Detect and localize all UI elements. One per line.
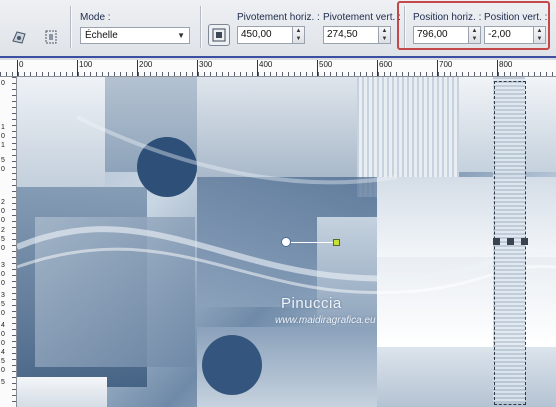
- ruler-label: 0: [1, 367, 5, 374]
- position-vert-input[interactable]: -2,00 ▲ ▼: [484, 26, 546, 44]
- ruler-label: 500: [319, 60, 333, 69]
- ruler-label: 5: [1, 358, 5, 365]
- position-horiz-value[interactable]: 796,00: [413, 26, 469, 44]
- ruler-label: 0: [1, 208, 5, 215]
- ruler-label: 1: [1, 142, 5, 149]
- ruler-major-tick: [317, 60, 318, 76]
- ruler-label: 5: [1, 301, 5, 308]
- position-horiz-label: Position horiz. :: [413, 12, 482, 23]
- ruler-label: 200: [139, 60, 153, 69]
- up-arrow-icon[interactable]: ▲: [379, 27, 390, 35]
- ruler-label: 0: [1, 310, 5, 317]
- pivot-point-handle[interactable]: [333, 239, 340, 246]
- ruler-label: 0: [1, 271, 5, 278]
- up-arrow-icon[interactable]: ▲: [469, 27, 480, 35]
- pivot-horiz-label: Pivotement horiz. :: [237, 12, 320, 23]
- position-vert-label: Position vert. :: [484, 12, 548, 23]
- ruler-major-tick: [197, 60, 198, 76]
- separator: [200, 6, 202, 48]
- tool-options-bar: Mode : Échelle ▼ Pivotement horiz. : 450…: [0, 0, 556, 57]
- ruler-label: 5: [1, 157, 5, 164]
- vertical-ruler[interactable]: 0 1 0 1 5 0 2 0 0 2 5 0 3 0 0 3 5 0 4 0 …: [0, 77, 17, 407]
- ruler-label: 0: [1, 80, 5, 87]
- ruler-label: 600: [379, 60, 393, 69]
- ruler-label: 4: [1, 349, 5, 356]
- ruler-label: 100: [79, 60, 93, 69]
- ruler-label: 0: [1, 245, 5, 252]
- ruler-label: 800: [499, 60, 513, 69]
- ruler-label: 700: [439, 60, 453, 69]
- ruler-major-tick: [137, 60, 138, 76]
- pivot-vert-input[interactable]: 274,50 ▲ ▼: [323, 26, 391, 44]
- watermark-url: www.maidiragrafica.eu: [275, 315, 376, 326]
- down-arrow-icon[interactable]: ▼: [469, 35, 480, 43]
- down-arrow-icon[interactable]: ▼: [379, 35, 390, 43]
- ruler-label: 0: [1, 340, 5, 347]
- chevron-down-icon: ▼: [177, 31, 185, 40]
- resize-handle-right[interactable]: [521, 238, 528, 245]
- up-arrow-icon[interactable]: ▲: [293, 27, 304, 35]
- pivot-vert-value[interactable]: 274,50: [323, 26, 379, 44]
- ruler-major-tick: [17, 60, 18, 76]
- position-horiz-spinner[interactable]: ▲ ▼: [469, 26, 481, 44]
- ruler-label: 5: [1, 379, 5, 386]
- ruler-label: 3: [1, 262, 5, 269]
- ruler-label: 5: [1, 236, 5, 243]
- ruler-label: 2: [1, 227, 5, 234]
- ruler-label: 0: [1, 280, 5, 287]
- deform-tool-icon[interactable]: [8, 26, 30, 48]
- resize-handle-center[interactable]: [507, 238, 514, 245]
- ruler-label: 300: [199, 60, 213, 69]
- mode-value: Échelle: [85, 30, 118, 41]
- ruler-label: 0: [1, 331, 5, 338]
- watermark-name: Pinuccia: [281, 295, 342, 312]
- ruler-label: 0: [1, 133, 5, 140]
- ruler-major-tick: [437, 60, 438, 76]
- image-canvas[interactable]: Pinuccia www.maidiragrafica.eu: [17, 77, 556, 407]
- pivot-toggle-icon[interactable]: [208, 24, 230, 46]
- ruler-major-tick: [497, 60, 498, 76]
- pivot-vert-label: Pivotement vert. :: [323, 12, 401, 23]
- ruler-label: 4: [1, 322, 5, 329]
- horizontal-ruler[interactable]: 0 100 200 300 400 500 600 700 800: [0, 60, 556, 77]
- canvas-top-border: [0, 56, 556, 58]
- pivot-vert-spinner[interactable]: ▲ ▼: [379, 26, 391, 44]
- ruler-major-tick: [377, 60, 378, 76]
- separator: [70, 6, 72, 48]
- mode-select[interactable]: Échelle ▼: [80, 27, 190, 44]
- ruler-label: 0: [19, 60, 24, 69]
- down-arrow-icon[interactable]: ▼: [534, 35, 545, 43]
- ruler-label: 0: [1, 217, 5, 224]
- down-arrow-icon[interactable]: ▼: [293, 35, 304, 43]
- up-arrow-icon[interactable]: ▲: [534, 27, 545, 35]
- rotation-handle-icon[interactable]: [281, 237, 291, 247]
- position-vert-spinner[interactable]: ▲ ▼: [534, 26, 546, 44]
- position-horiz-input[interactable]: 796,00 ▲ ▼: [413, 26, 481, 44]
- pivot-line: [287, 242, 337, 243]
- position-vert-value[interactable]: -2,00: [484, 26, 534, 44]
- ruler-label: 2: [1, 199, 5, 206]
- ruler-label: 1: [1, 124, 5, 131]
- resize-handle-left[interactable]: [493, 238, 500, 245]
- ruler-major-tick: [257, 60, 258, 76]
- ruler-major-tick: [77, 60, 78, 76]
- ruler-label: 3: [1, 292, 5, 299]
- ruler-label: 0: [1, 166, 5, 173]
- mode-label: Mode :: [80, 12, 111, 23]
- pivot-horiz-spinner[interactable]: ▲ ▼: [293, 26, 305, 44]
- ruler-label: 400: [259, 60, 273, 69]
- pick-tool-icon[interactable]: [40, 26, 62, 48]
- pivot-horiz-input[interactable]: 450,00 ▲ ▼: [237, 26, 305, 44]
- pivot-horiz-value[interactable]: 450,00: [237, 26, 293, 44]
